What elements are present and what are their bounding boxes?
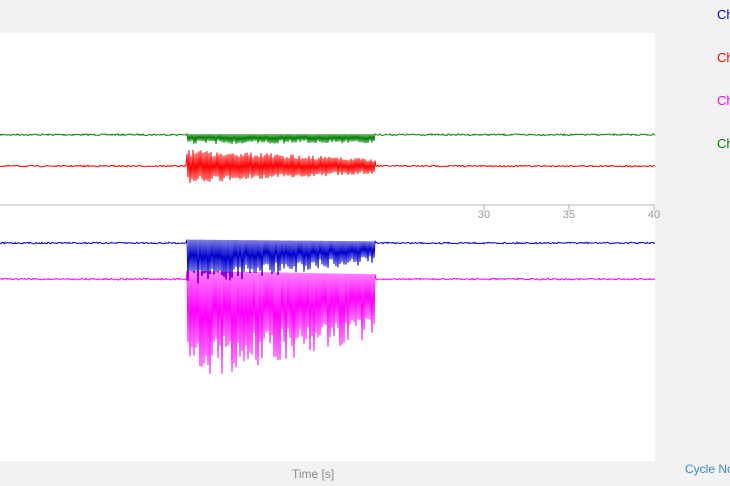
legend-item-green[interactable]: Ch (717, 136, 730, 151)
legend-item-red[interactable]: Ch (717, 50, 730, 65)
x-tick-label-30: 30 (477, 209, 491, 221)
legend-item-magenta[interactable]: Ch (717, 93, 730, 108)
x-axis-title: Time [s] (292, 467, 335, 481)
x-tick-label-35: 35 (562, 209, 576, 221)
series-line-1 (0, 132, 655, 145)
series-line-4 (0, 270, 655, 375)
series-group (0, 132, 655, 375)
legend-item-blue[interactable]: Ch (717, 7, 730, 22)
series-line-2 (0, 149, 655, 183)
waveform-chart (0, 132, 655, 375)
x-tick-label-40: 40 (647, 209, 661, 221)
cycle-number-link[interactable]: Cycle No (685, 462, 730, 476)
